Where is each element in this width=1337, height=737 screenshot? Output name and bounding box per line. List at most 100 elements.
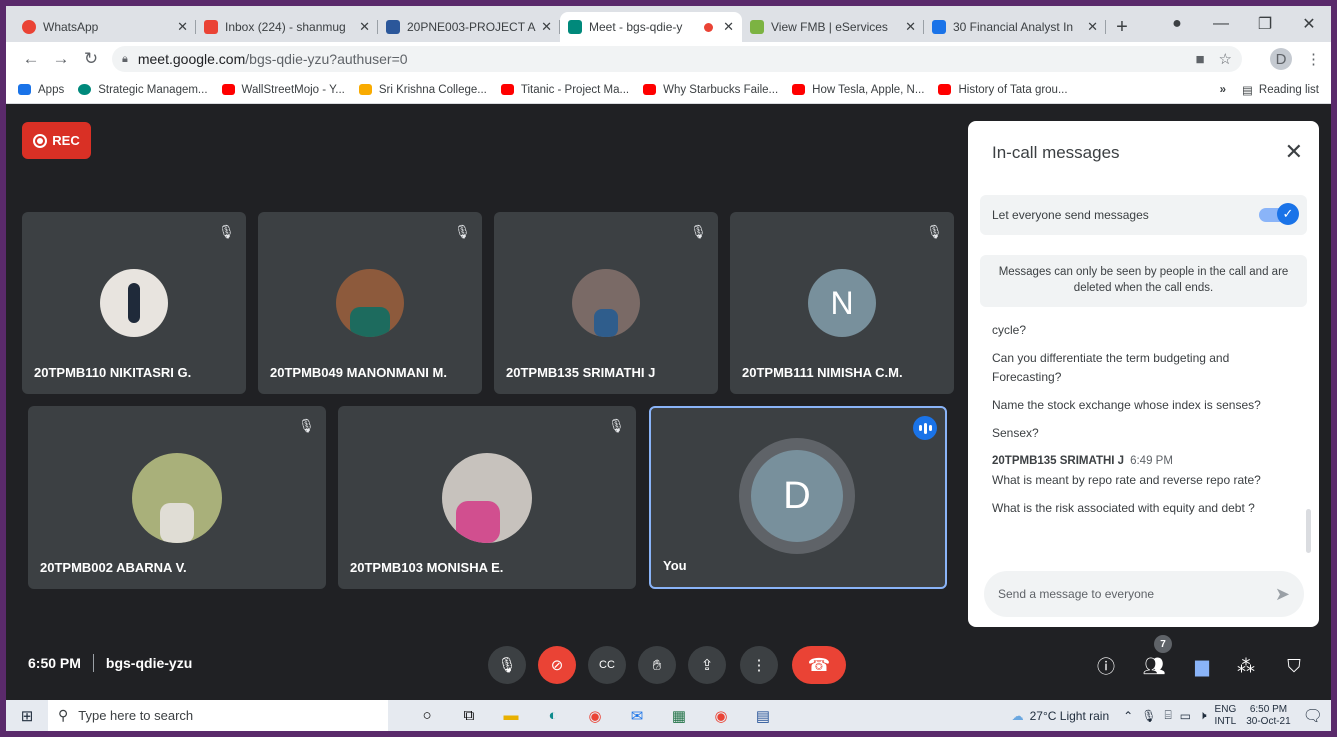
message-sender: 20TPMB135 SRIMATHI J 6:49 PM (992, 452, 1292, 471)
tab-gmail[interactable]: Inbox (224) - shanmug ✕ (196, 12, 378, 42)
chat-input[interactable]: Send a message to everyone ➤ (984, 571, 1304, 617)
reload-icon[interactable]: ↻ (76, 49, 106, 69)
divider (92, 654, 94, 672)
clock-time: 6:50 PM (1249, 703, 1288, 715)
window-close-icon[interactable]: ✕ (1287, 14, 1331, 34)
participant-avatar (336, 269, 404, 337)
bookmark-item[interactable]: Why Starbucks Faile... (643, 84, 778, 96)
restore-icon[interactable]: ❐ (1243, 14, 1287, 34)
back-icon[interactable]: ← (16, 49, 46, 69)
bookmark-star-icon[interactable]: ☆ (1219, 50, 1232, 68)
mic-off-icon: 🎙︎ (926, 224, 943, 239)
bookmark-item[interactable]: Sri Krishna College... (358, 84, 487, 96)
participant-tile[interactable]: 🎙︎ 20TPMB049 MANONMANI M. (258, 212, 482, 394)
network-icon[interactable]: ⌸ (1164, 708, 1171, 723)
bookmark-item[interactable]: WallStreetMojo - Y... (221, 84, 345, 96)
chrome-icon[interactable]: ◉ (574, 707, 616, 725)
tab-project[interactable]: 20PNE003-PROJECT A ✕ (378, 12, 560, 42)
tab-financial[interactable]: 30 Financial Analyst In ✕ (924, 12, 1106, 42)
close-tab-icon[interactable]: ✕ (541, 19, 552, 35)
bookmark-apps[interactable]: Apps (18, 84, 64, 96)
bookmark-item[interactable]: History of Tata grou... (938, 84, 1068, 96)
weather-icon: ☁ (1011, 708, 1024, 723)
captions-button[interactable]: CC (588, 646, 626, 684)
file-explorer-icon[interactable]: ▬ (490, 707, 532, 724)
message-scrollbar[interactable] (1306, 509, 1311, 553)
lang-code: ENG (1214, 703, 1237, 715)
profile-avatar[interactable]: D (1270, 48, 1292, 70)
reading-list-icon[interactable]: ▤ (1242, 83, 1253, 97)
minimize-icon[interactable]: — (1199, 15, 1243, 33)
participant-name: 20TPMB111 NIMISHA C.M. (742, 365, 903, 380)
camera-in-use-icon[interactable]: ■ (1195, 51, 1204, 68)
participant-tile[interactable]: 🎙︎ N 20TPMB111 NIMISHA C.M. (730, 212, 954, 394)
word-icon[interactable]: ▤ (742, 707, 784, 725)
tab-search-icon[interactable]: ● (1155, 15, 1199, 33)
recording-dot-icon (704, 22, 714, 32)
participant-tile[interactable]: 🎙︎ 20TPMB103 MONISHA E. (338, 406, 636, 589)
battery-icon[interactable]: ▭ (1180, 709, 1191, 723)
people-icon[interactable]: 👥︎ (1142, 654, 1166, 678)
bookmark-label: Why Starbucks Faile... (663, 83, 779, 96)
system-tray: ☁ 27°C Light rain ⌃ 🎙︎ ⌸ ▭ 🕨︎ ENG INTL 6… (1012, 700, 1331, 731)
more-options-button[interactable]: ⋮ (740, 646, 778, 684)
close-tab-icon[interactable]: ✕ (1087, 19, 1098, 35)
tray-overflow-icon[interactable]: ⌃ (1123, 709, 1133, 723)
raise-hand-button[interactable]: ✋︎ (638, 646, 676, 684)
tab-whatsapp[interactable]: WhatsApp ✕ (14, 12, 196, 42)
close-tab-icon[interactable]: ✕ (905, 19, 916, 35)
whatsapp-icon (22, 20, 36, 34)
camera-off-button[interactable]: ⊘ (538, 646, 576, 684)
close-icon[interactable]: ✕ (1285, 139, 1303, 165)
record-icon (33, 133, 48, 148)
close-tab-icon[interactable]: ✕ (723, 19, 734, 35)
close-tab-icon[interactable]: ✕ (359, 19, 370, 35)
participant-tile[interactable]: 🎙︎ 20TPMB135 SRIMATHI J (494, 212, 718, 394)
host-controls-icon[interactable]: ⛉ (1282, 654, 1306, 678)
chat-message: Name the stock exchange whose index is s… (992, 398, 1261, 412)
excel-icon[interactable]: ▦ (658, 707, 700, 725)
menu-kebab-icon[interactable]: ⋮ (1306, 50, 1321, 68)
windows-start-icon[interactable]: ⊞ (6, 707, 48, 725)
reading-list-label[interactable]: Reading list (1259, 84, 1319, 96)
self-tile[interactable]: D You (649, 406, 947, 589)
forward-icon[interactable]: → (46, 49, 76, 69)
taskbar-search[interactable]: ⚲ Type here to search (48, 700, 388, 731)
tab-fmb[interactable]: View FMB | eServices ✕ (742, 12, 924, 42)
participant-name: You (663, 558, 687, 573)
chat-icon[interactable]: ▆ (1190, 654, 1214, 678)
leave-call-button[interactable]: ☎︎ (792, 646, 846, 684)
clock[interactable]: 6:50 PM 30-Oct-21 (1246, 704, 1290, 728)
participant-avatar: N (808, 269, 876, 337)
participant-tile[interactable]: 🎙︎ 20TPMB002 ABARNA V. (28, 406, 326, 589)
bookmark-item[interactable]: How Tesla, Apple, N... (792, 84, 924, 96)
weather-text[interactable]: 27°C Light rain (1030, 709, 1110, 723)
bookmark-item[interactable]: Strategic Managem... (78, 84, 208, 96)
volume-icon[interactable]: 🕨︎ (1199, 708, 1207, 723)
meeting-info-icon[interactable]: ⓘ (1094, 654, 1118, 678)
chrome-profile-icon[interactable]: ◉ (700, 707, 742, 725)
task-view-icon[interactable]: ⧉ (448, 707, 490, 724)
participant-tile[interactable]: 🎙︎ 20TPMB110 NIKITASRI G. (22, 212, 246, 394)
cortana-icon[interactable]: ○ (406, 707, 448, 724)
send-icon[interactable]: ➤ (1275, 584, 1290, 605)
address-bar[interactable]: 🔒︎ meet.google.com/bgs-qdie-yzu?authuser… (112, 46, 1242, 72)
language-indicator[interactable]: ENG INTL (1215, 704, 1237, 728)
allow-messages-toggle[interactable]: ✓ (1259, 203, 1299, 225)
close-tab-icon[interactable]: ✕ (177, 19, 188, 35)
edge-icon[interactable]: ◐ (532, 707, 574, 724)
more-bookmarks-icon[interactable]: » (1220, 84, 1226, 96)
microphone-button[interactable]: 🎙︎ (488, 646, 526, 684)
youtube-icon (938, 84, 952, 95)
speaking-indicator-icon (913, 416, 937, 440)
tab-title: 30 Financial Analyst In (953, 20, 1074, 34)
bookmark-item[interactable]: Titanic - Project Ma... (500, 84, 629, 96)
mail-icon[interactable]: ✉ (616, 707, 658, 725)
tab-meet[interactable]: Meet - bgs-qdie-y ✕ (560, 12, 742, 42)
present-button[interactable]: ⇪ (688, 646, 726, 684)
apps-grid-icon (18, 84, 31, 95)
activities-icon[interactable]: ⁂ (1234, 654, 1258, 678)
pinned-apps: ○ ⧉ ▬ ◐ ◉ ✉ ▦ ◉ ▤ (406, 707, 784, 725)
new-tab-button[interactable]: + (1106, 12, 1138, 42)
notifications-icon[interactable]: 🗨︎ (1303, 706, 1323, 726)
